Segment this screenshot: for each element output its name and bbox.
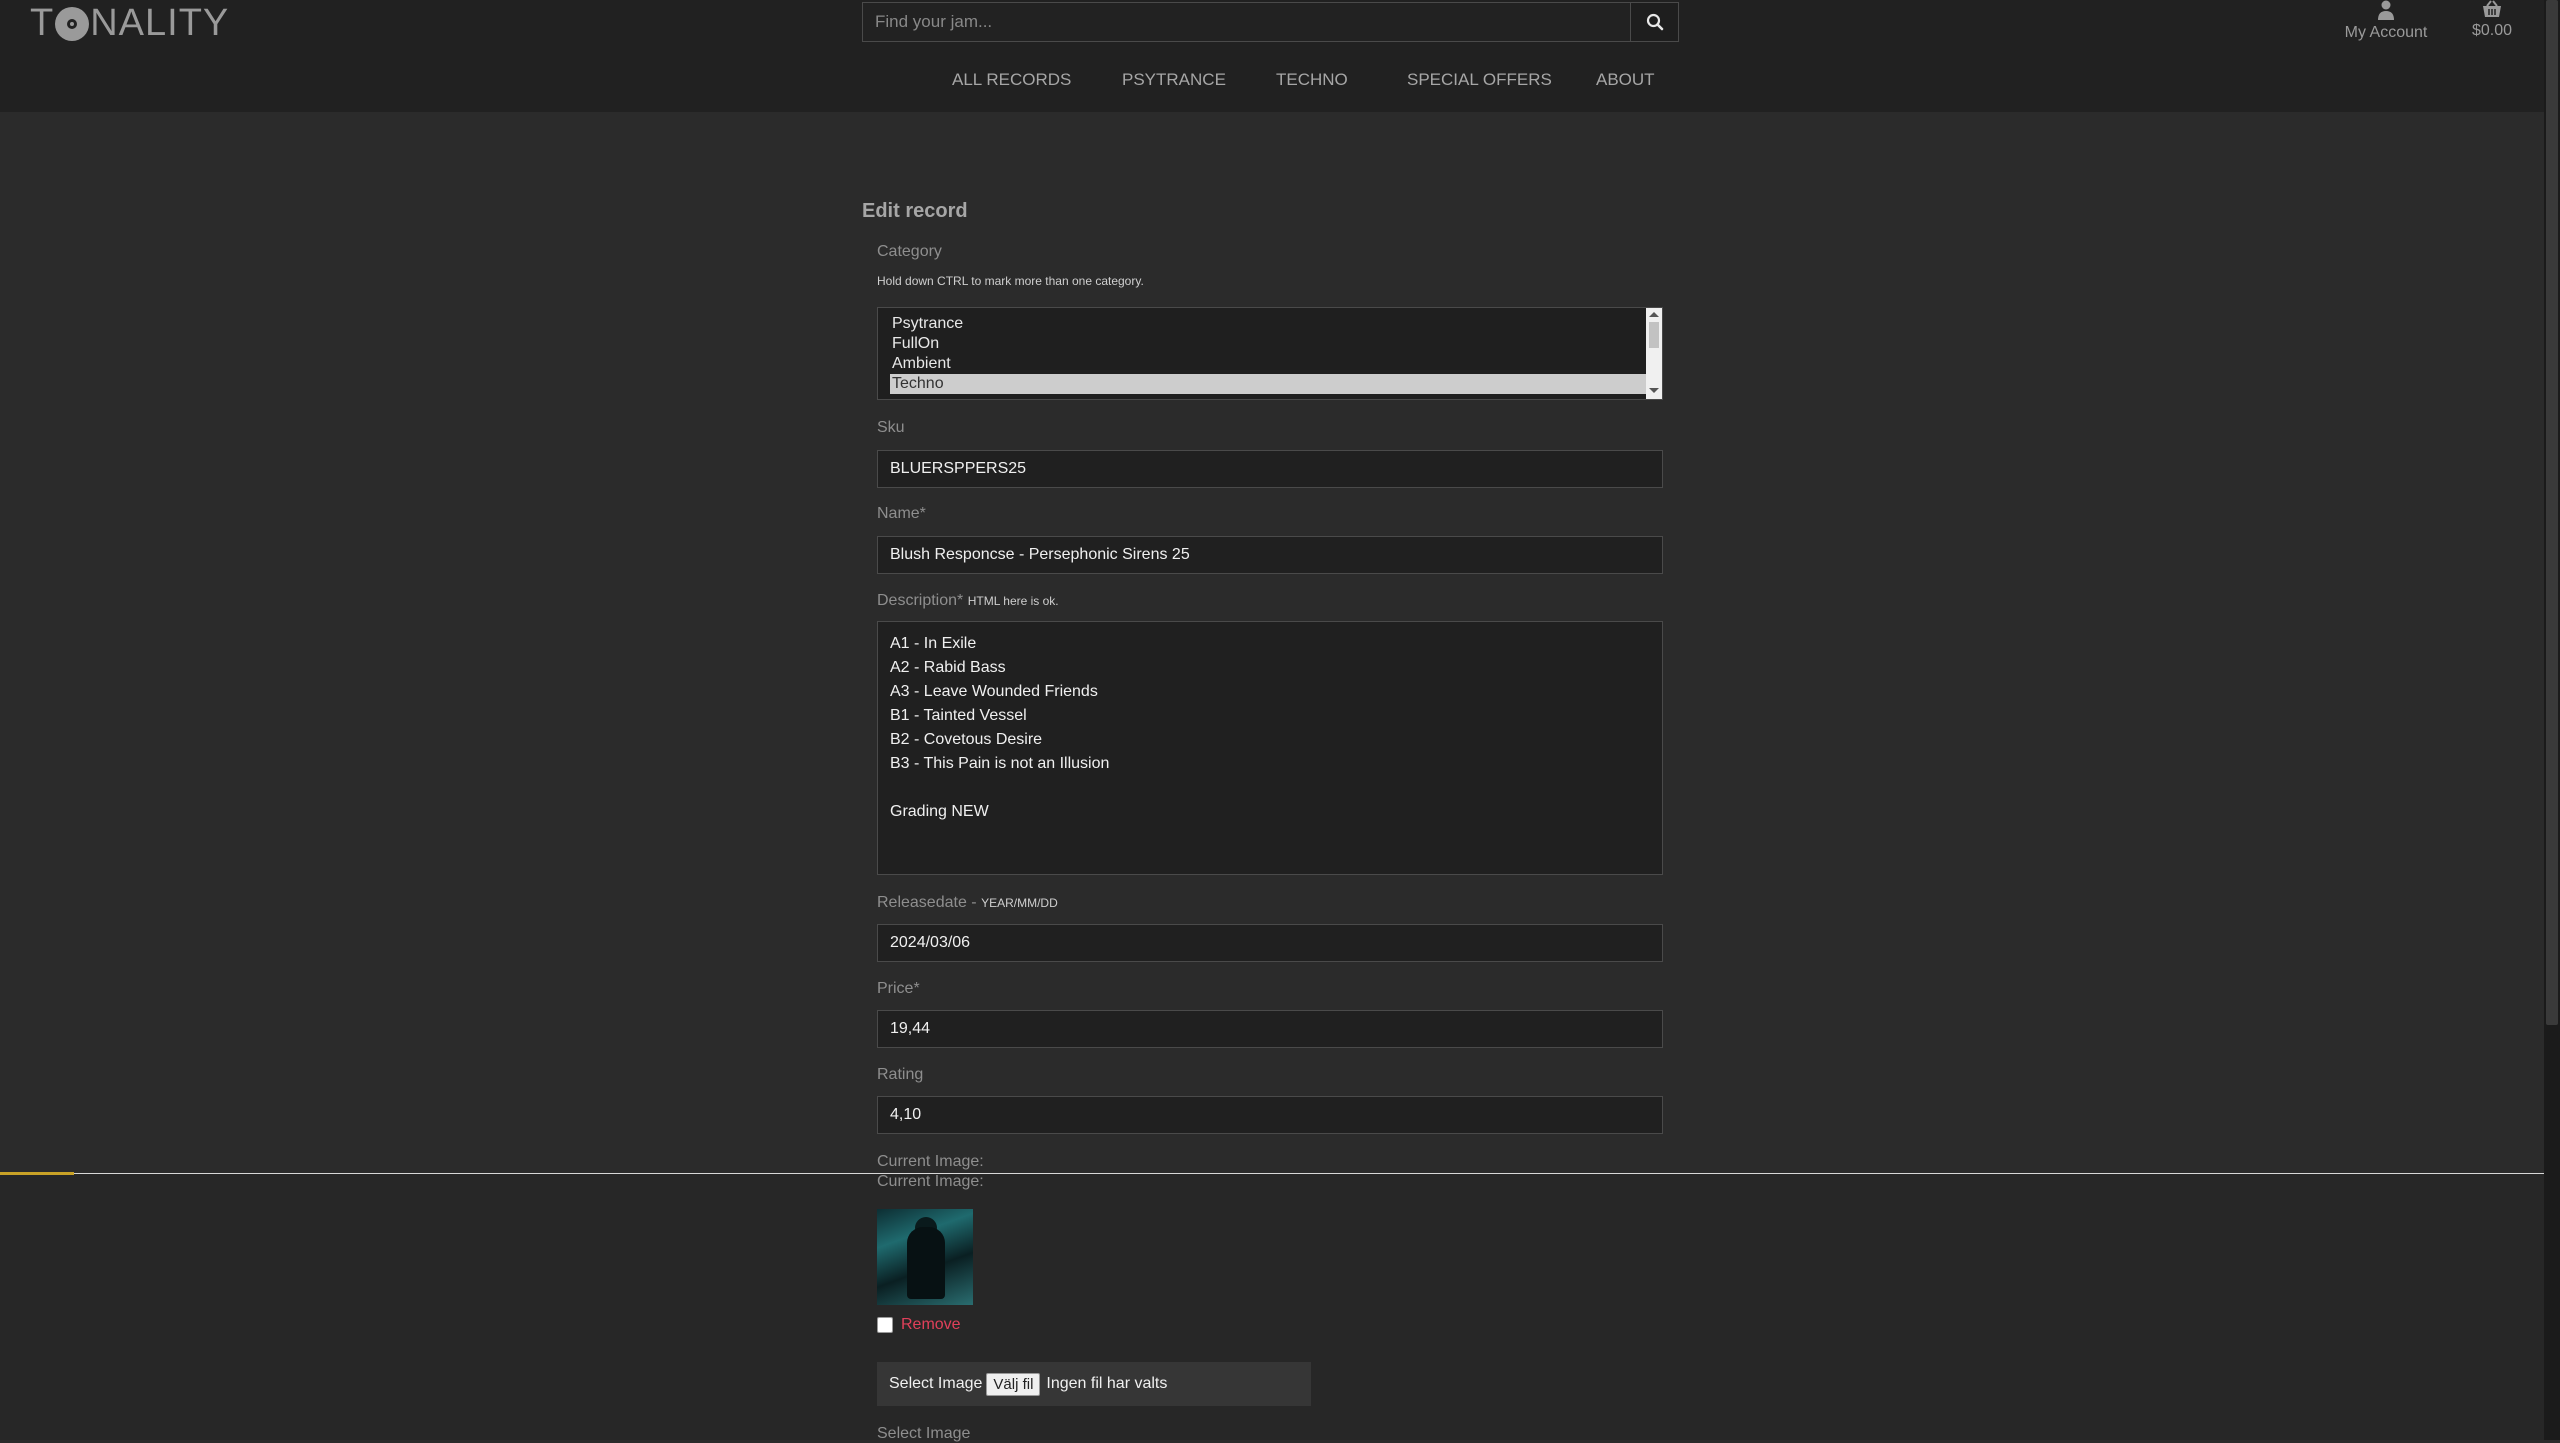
page-title: Edit record [862, 200, 968, 222]
category-select[interactable]: Psytrance FullOn Ambient Techno [877, 307, 1663, 400]
cart-link[interactable]: $0.00 [2460, 0, 2524, 40]
releasedate-hint: YEAR/MM/DD [981, 896, 1058, 910]
search-button[interactable] [1631, 2, 1679, 42]
cover-figure-body [907, 1227, 945, 1299]
name-label: Name* [877, 505, 926, 522]
cart-total: $0.00 [2471, 22, 2513, 39]
releasedate-input[interactable]: 2024/03/06 [877, 924, 1663, 962]
page-scrollbar-thumb[interactable] [2546, 0, 2558, 1025]
scroll-up-icon[interactable] [1649, 312, 1659, 317]
nav-psytrance[interactable]: PSYTRANCE [1122, 70, 1226, 90]
my-account-label: My Account [2344, 24, 2428, 41]
nav-about[interactable]: ABOUT [1596, 70, 1655, 90]
rating-label: Rating [877, 1066, 924, 1083]
select-image-box: Select Image Välj fil Ingen fil har valt… [877, 1362, 1311, 1406]
remove-label[interactable]: Remove [901, 1316, 961, 1334]
category-hint: Hold down CTRL to mark more than one cat… [877, 274, 1144, 288]
search-input[interactable] [862, 2, 1631, 42]
current-image-label-2: Current Image: [877, 1173, 984, 1190]
nav-all-records[interactable]: ALL RECORDS [952, 70, 1071, 90]
description-label: Description* HTML here is ok. [877, 592, 1059, 610]
tonality-logo[interactable]: T NALITY [30, 2, 229, 45]
file-status: Ingen fil har valts [1046, 1375, 1168, 1392]
releasedate-label-text: Releasedate - [877, 894, 977, 911]
category-option[interactable]: Psytrance [890, 314, 1646, 334]
name-input[interactable]: Blush Responcse - Persephonic Sirens 25 [877, 536, 1663, 574]
description-textarea[interactable]: A1 - In Exile A2 - Rabid Bass A3 - Leave… [877, 621, 1663, 875]
category-label: Category [877, 243, 942, 260]
select-image-label-2: Select Image [877, 1425, 971, 1442]
price-label: Price* [877, 980, 920, 997]
rating-input[interactable]: 4,10 [877, 1096, 1663, 1134]
divider [0, 1173, 2544, 1174]
price-input[interactable]: 19,44 [877, 1010, 1663, 1048]
search-icon [1646, 13, 1663, 31]
sku-input[interactable]: BLUERSPPERS25 [877, 450, 1663, 488]
category-option[interactable]: FullOn [890, 334, 1646, 354]
vinyl-record-icon [55, 6, 90, 41]
nav-techno[interactable]: TECHNO [1276, 70, 1348, 90]
scroll-down-icon[interactable] [1649, 388, 1659, 393]
remove-checkbox[interactable] [877, 1317, 893, 1333]
sku-label: Sku [877, 419, 905, 436]
remove-image-row: Remove [877, 1316, 961, 1334]
main-nav: ALL RECORDS PSYTRANCE TECHNO SPECIAL OFF… [0, 70, 2544, 98]
nav-special-offers[interactable]: SPECIAL OFFERS [1407, 70, 1552, 90]
category-list-scrollbar[interactable] [1646, 308, 1662, 399]
progress-accent [0, 1172, 74, 1175]
releasedate-label: Releasedate - YEAR/MM/DD [877, 894, 1058, 912]
current-image-label: Current Image: [877, 1153, 984, 1170]
basket-icon [2483, 0, 2501, 17]
my-account-link[interactable]: My Account [2336, 0, 2436, 42]
top-header: T NALITY My Account $0.00 ALL RECOR [0, 0, 2544, 112]
description-label-text: Description* [877, 592, 964, 609]
user-icon [2378, 0, 2394, 20]
page-scrollbar[interactable] [2544, 0, 2560, 1440]
description-hint: HTML here is ok. [967, 594, 1059, 608]
record-cover-image [877, 1209, 973, 1305]
category-option[interactable]: Ambient [890, 354, 1646, 374]
choose-file-button[interactable]: Välj fil [986, 1372, 1041, 1396]
search-bar [862, 2, 1679, 42]
logo-text-suffix: NALITY [90, 2, 230, 44]
category-option-selected[interactable]: Techno [890, 374, 1646, 394]
logo-text-prefix: T [30, 2, 55, 44]
scrollbar-thumb[interactable] [1649, 322, 1659, 348]
select-image-label: Select Image [889, 1375, 983, 1392]
